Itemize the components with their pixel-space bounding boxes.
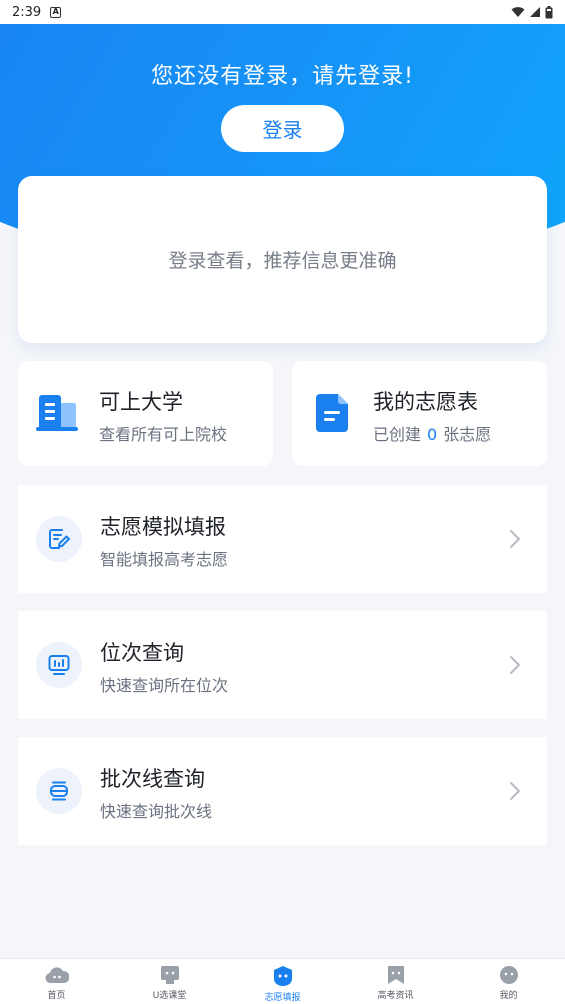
feature-card-universities[interactable]: 可上大学 查看所有可上院校 bbox=[18, 361, 273, 466]
nav-label: 志愿填报 bbox=[264, 993, 301, 1003]
status-bar: 2:39 A bbox=[0, 0, 565, 24]
nav-item-news[interactable]: 高考资讯 bbox=[339, 959, 452, 1004]
chevron-right-icon bbox=[509, 781, 521, 805]
nav-item-apply[interactable]: 志愿填报 bbox=[226, 959, 339, 1004]
application-count: 0 bbox=[427, 425, 438, 444]
list-subtitle: 快速查询批次线 bbox=[100, 802, 213, 821]
feature-card-my-applications[interactable]: 我的志愿表 已创建 0 张志愿 bbox=[292, 361, 547, 466]
nav-item-classroom[interactable]: U选课堂 bbox=[113, 959, 226, 1004]
feature-subtitle: 已创建 0 张志愿 bbox=[373, 421, 491, 445]
list-item-batch-line-query[interactable]: 批次线查询 快速查询批次线 bbox=[18, 737, 547, 845]
chevron-right-icon bbox=[509, 529, 521, 553]
list-title: 批次线查询 bbox=[100, 767, 205, 791]
apply-icon bbox=[273, 966, 292, 986]
home-icon bbox=[44, 967, 69, 984]
list-title: 志愿模拟填报 bbox=[100, 515, 226, 539]
list-item-simulate-apply[interactable]: 志愿模拟填报 智能填报高考志愿 bbox=[18, 485, 547, 593]
signal-icon bbox=[530, 7, 540, 17]
subtitle-suffix: 张志愿 bbox=[443, 425, 492, 444]
notification-icon: A bbox=[50, 6, 62, 18]
recommend-card[interactable]: 登录查看，推荐信息更准确 bbox=[18, 176, 547, 343]
list-item-rank-query[interactable]: 位次查询 快速查询所在位次 bbox=[18, 611, 547, 719]
news-icon bbox=[387, 966, 404, 984]
list-subtitle: 智能填报高考志愿 bbox=[100, 550, 229, 569]
status-icons bbox=[511, 5, 553, 19]
building-icon bbox=[36, 393, 78, 437]
subtitle-prefix: 已创建 bbox=[373, 425, 422, 444]
nav-label: 高考资讯 bbox=[377, 991, 414, 1001]
feature-title: 可上大学 bbox=[99, 390, 183, 414]
nav-label: U选课堂 bbox=[152, 991, 187, 1001]
bottom-nav: 首页 U选课堂 志愿填报 高考资讯 我的 bbox=[0, 958, 565, 1004]
profile-icon bbox=[499, 966, 518, 984]
status-time: 2:39 bbox=[12, 4, 42, 20]
nav-label: 首页 bbox=[47, 991, 66, 1001]
battery-icon bbox=[545, 5, 553, 18]
document-icon bbox=[316, 394, 350, 436]
layers-icon bbox=[36, 768, 82, 814]
nav-label: 我的 bbox=[499, 991, 518, 1001]
classroom-icon bbox=[160, 966, 179, 984]
login-prompt: 您还没有登录，请先登录! bbox=[151, 64, 414, 89]
login-button[interactable]: 登录 bbox=[221, 105, 344, 152]
list-title: 位次查询 bbox=[100, 641, 184, 665]
list-subtitle: 快速查询所在位次 bbox=[100, 676, 229, 695]
feature-subtitle: 查看所有可上院校 bbox=[99, 425, 228, 444]
edit-form-icon bbox=[36, 516, 82, 562]
wifi-icon bbox=[511, 7, 525, 17]
nav-item-home[interactable]: 首页 bbox=[0, 959, 113, 1004]
nav-item-profile[interactable]: 我的 bbox=[452, 959, 565, 1004]
feature-title: 我的志愿表 bbox=[373, 390, 478, 414]
chevron-right-icon bbox=[509, 655, 521, 679]
recommend-text: 登录查看，推荐信息更准确 bbox=[168, 250, 397, 272]
chart-monitor-icon bbox=[36, 642, 82, 688]
